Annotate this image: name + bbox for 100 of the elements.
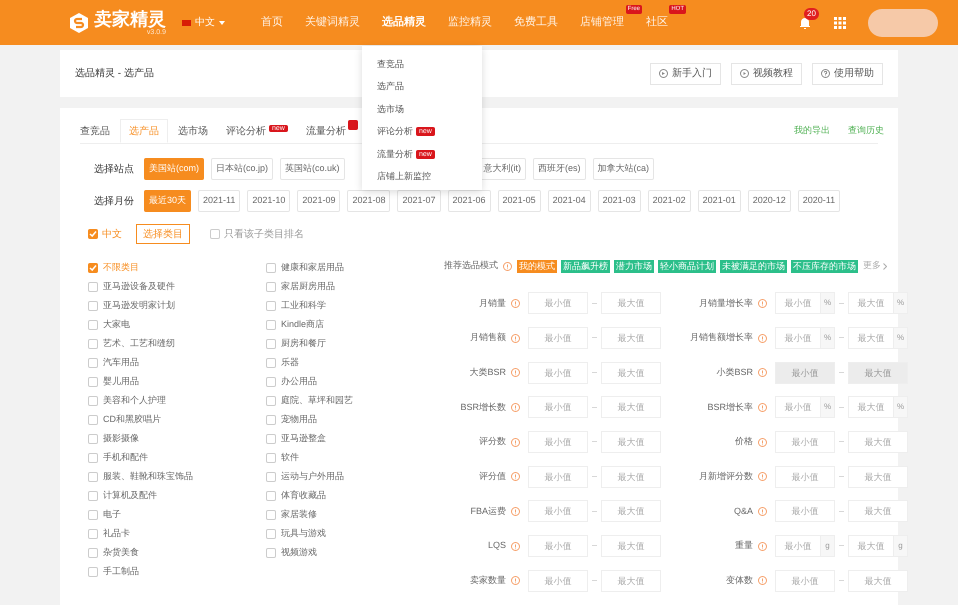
option-button[interactable]: 2020-12	[748, 190, 791, 212]
input-field[interactable]: 最小值	[775, 327, 822, 350]
category-option[interactable]: 健康和家居用品	[266, 258, 444, 277]
option-button[interactable]: 2021-10	[247, 190, 290, 212]
option-button[interactable]: 2021-03	[598, 190, 641, 212]
help-button[interactable]: 视频教程	[731, 62, 802, 84]
option-button[interactable]: 2021-05	[498, 190, 541, 212]
field-label: BSR增长数	[459, 400, 506, 414]
option-button[interactable]: 加拿大站(ca)	[592, 158, 654, 180]
input-field[interactable]: 最小值	[528, 362, 588, 384]
input-field[interactable]: 最小值	[528, 327, 588, 350]
field-label: 评分数	[478, 435, 506, 448]
option-button[interactable]: 2021-04	[548, 190, 591, 212]
category-option[interactable]: 摄影摄像	[88, 429, 266, 448]
category-option[interactable]: 体育收藏品	[266, 486, 444, 505]
input-field[interactable]: 最大值	[848, 500, 908, 522]
input-field[interactable]: 最大值	[601, 535, 662, 558]
option-button[interactable]: 2021-06	[448, 190, 491, 212]
input-field[interactable]: 最大值	[601, 466, 662, 488]
category-option[interactable]: 汽车用品	[88, 353, 266, 372]
category-option[interactable]: 视频游戏	[266, 543, 444, 562]
category-option[interactable]: 手机和配件	[88, 448, 266, 467]
input-field[interactable]: 最小值	[528, 466, 588, 488]
category-option[interactable]: 亚马逊设备及硬件	[88, 277, 266, 296]
tab[interactable]: 查竞品	[72, 119, 118, 143]
input-field[interactable]: 最小值	[528, 431, 588, 454]
category-option[interactable]: 大家电	[88, 315, 266, 334]
help-button[interactable]: 新手入门	[650, 62, 721, 84]
input-field[interactable]: 最大值	[848, 570, 908, 592]
option-button[interactable]: 2021-08	[347, 190, 390, 212]
category-option[interactable]: 庭院、草坪和园艺	[266, 391, 444, 410]
input-field[interactable]: 最小值	[528, 535, 588, 558]
category-option[interactable]: 软件	[266, 448, 444, 467]
category-option[interactable]: 家居装修	[266, 505, 444, 524]
category-option[interactable]: CD和黑胶唱片	[88, 410, 266, 429]
input-field[interactable]: 最大值	[601, 327, 662, 350]
category-option[interactable]: 办公用品	[266, 372, 444, 391]
option-button[interactable]: 2021-01	[698, 190, 741, 212]
input-field[interactable]: 最小值	[775, 466, 836, 488]
input-field[interactable]: 最小值	[775, 292, 822, 314]
input-field[interactable]: 最大值	[848, 431, 908, 454]
category-option[interactable]: 服装、鞋靴和珠宝饰品	[88, 467, 266, 486]
input-field[interactable]: 最小值	[528, 396, 588, 418]
option-button[interactable]: 2021-09	[297, 190, 340, 212]
category-option[interactable]: 礼品卡	[88, 524, 266, 543]
category-option[interactable]: 婴儿用品	[88, 372, 266, 391]
input-field[interactable]: 最小值	[775, 396, 822, 418]
category-option[interactable]: 家居厨房用品	[266, 277, 444, 296]
category-option[interactable]: 美容和个人护理	[88, 391, 266, 410]
option-button[interactable]: 2021-11	[198, 190, 240, 212]
category-option[interactable]: Kindle商店	[266, 315, 444, 334]
input-field[interactable]: 最大值	[848, 535, 894, 558]
input-field[interactable]: 最大值	[601, 362, 662, 384]
tab[interactable]: 选市场	[170, 119, 216, 143]
menu-item[interactable]: 店铺上新监控	[377, 168, 467, 185]
input-field[interactable]: 最小值	[528, 570, 588, 592]
option-button[interactable]: 英国站(co.uk)	[280, 158, 345, 180]
input-field[interactable]: 最小值	[775, 431, 836, 454]
category-option[interactable]: 计算机及配件	[88, 486, 266, 505]
input-field[interactable]: 最小值	[528, 292, 588, 314]
input-field[interactable]: 最大值	[848, 466, 908, 488]
input-field[interactable]: 最大值	[601, 431, 662, 454]
help-button[interactable]: 使用帮助	[812, 62, 883, 84]
unit-label: %	[894, 327, 908, 350]
input-field[interactable]: 最大值	[601, 292, 662, 314]
range-dash: –	[592, 539, 598, 552]
range-dash: –	[839, 400, 844, 414]
input-field[interactable]: 最大值	[848, 396, 894, 418]
input-field[interactable]: 最大值	[601, 396, 662, 418]
category-option[interactable]: 运动与户外用品	[266, 467, 444, 486]
field-label: Q&A	[733, 504, 754, 518]
input-field[interactable]: 最大值	[848, 292, 894, 314]
category-option[interactable]: 工业和科学	[266, 296, 444, 315]
tab[interactable]: 流量分析	[298, 119, 366, 143]
option-button[interactable]: 2021-07	[397, 190, 441, 212]
category-option[interactable]: 手工制品	[88, 562, 266, 581]
tab[interactable]: 评论分析 $^{new}$	[218, 119, 296, 143]
input-field[interactable]: 最小值	[775, 535, 822, 558]
category-option[interactable]: 亚马逊发明家计划	[88, 296, 266, 315]
category-option[interactable]: 艺术、工艺和缝纫	[88, 334, 266, 353]
menu-item[interactable]: 选产品	[377, 78, 467, 95]
category-option[interactable]: 宠物用品	[266, 410, 444, 429]
input-field[interactable]: 最小值	[775, 500, 836, 522]
input-field[interactable]: 最小值	[528, 500, 588, 522]
input-field[interactable]: 最大值	[601, 570, 662, 592]
category-option[interactable]: 电子	[88, 505, 266, 524]
menu-item[interactable]: 查竞品	[377, 56, 467, 72]
option-button[interactable]: 西班牙(es)	[533, 158, 586, 180]
category-option[interactable]: 乐器	[266, 353, 444, 372]
category-option[interactable]: 亚马逊整盒	[266, 429, 444, 448]
menu-item[interactable]: 选市场	[377, 101, 467, 118]
input-field[interactable]: 最大值	[601, 500, 662, 522]
input-field[interactable]: 最小值	[775, 570, 836, 592]
option-button[interactable]: 2020-11	[798, 190, 840, 212]
category-option[interactable]: 杂货美食	[88, 543, 266, 562]
category-option[interactable]: 厨房和餐厅	[266, 334, 444, 353]
input-field[interactable]: 最大值	[848, 327, 894, 350]
option-button[interactable]: 2021-02	[648, 190, 691, 212]
option-button[interactable]: 日本站(co.jp)	[211, 158, 274, 180]
category-option[interactable]: 玩具与游戏	[266, 524, 444, 543]
